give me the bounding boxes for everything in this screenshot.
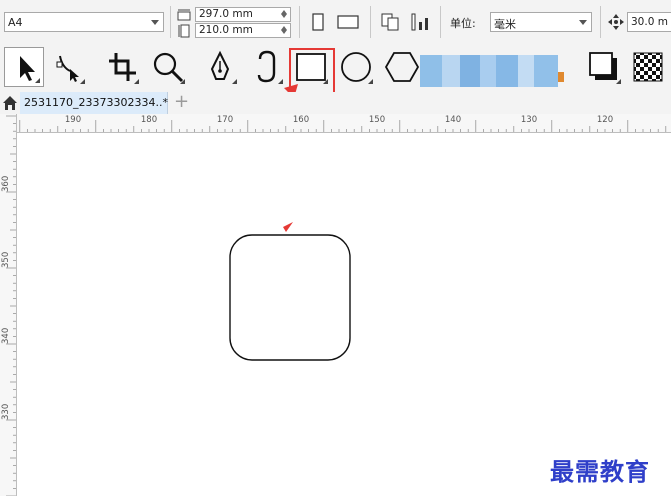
separator <box>170 6 171 38</box>
ruler-ticks <box>6 115 16 496</box>
page-width-value: 297.0 mm <box>199 8 253 20</box>
spin-down-icon[interactable] <box>278 14 290 20</box>
ruler-label: 340 <box>1 327 11 344</box>
separator <box>440 6 441 38</box>
page-size-dropdown[interactable]: A4 <box>4 12 164 32</box>
zoom-tool[interactable] <box>148 47 188 87</box>
page-width-icon <box>177 9 191 21</box>
pen-tool[interactable] <box>200 47 240 87</box>
add-tab-button[interactable]: + <box>174 92 189 112</box>
flyout-arrow-icon <box>134 79 139 84</box>
ruler-label: 170 <box>216 115 234 125</box>
shape-tool[interactable] <box>48 47 88 87</box>
chevron-down-icon <box>579 20 587 25</box>
spin-down-icon[interactable] <box>278 30 290 36</box>
property-bar: A4 297.0 mm 210.0 mm 单位: 毫米 30.0 m <box>0 0 671 45</box>
polygon-tool[interactable] <box>382 47 422 87</box>
page-height-value: 210.0 mm <box>199 24 253 36</box>
separator <box>299 6 300 38</box>
horizontal-ruler[interactable]: 190 180 170 160 150 140 130 120 <box>16 114 671 133</box>
flyout-arrow-icon <box>180 79 185 84</box>
selection-arrow-icon <box>283 222 293 232</box>
page-height-icon <box>178 24 190 38</box>
ruler-label: 120 <box>596 115 614 125</box>
document-tab-bar: 2531170_23373302334..* + <box>0 92 671 115</box>
portrait-icon[interactable] <box>311 12 325 32</box>
all-pages-icon[interactable] <box>380 12 402 32</box>
toolbox <box>0 44 671 93</box>
units-value: 毫米 <box>494 18 516 31</box>
separator <box>370 6 371 38</box>
ellipse-tool[interactable] <box>336 47 376 87</box>
nudge-value: 30.0 m <box>631 16 668 28</box>
flyout-arrow-icon <box>368 79 373 84</box>
checkerboard-icon <box>633 52 663 82</box>
ruler-label: 190 <box>64 115 82 125</box>
chevron-down-icon <box>151 20 159 25</box>
home-icon[interactable] <box>2 95 18 111</box>
transparency-tool[interactable] <box>628 47 668 87</box>
ruler-label: 330 <box>1 403 11 420</box>
canvas-drawing <box>229 222 351 361</box>
page-width-input[interactable]: 297.0 mm <box>195 7 291 22</box>
tab-document[interactable]: 2531170_23373302334..* <box>20 92 168 114</box>
blurred-region <box>420 55 558 87</box>
color-swatch <box>558 72 564 82</box>
page-height-input[interactable]: 210.0 mm <box>195 23 291 38</box>
ruler-label: 150 <box>368 115 386 125</box>
landscape-icon[interactable] <box>336 14 360 30</box>
rounded-rectangle-shape[interactable] <box>229 234 351 361</box>
drawing-canvas[interactable] <box>17 133 671 496</box>
ruler-label: 180 <box>140 115 158 125</box>
ruler-label: 350 <box>1 251 11 268</box>
ruler-label: 360 <box>1 175 11 192</box>
ruler-label: 140 <box>444 115 462 125</box>
flyout-arrow-icon <box>80 79 85 84</box>
artistic-media-tool[interactable] <box>246 47 286 87</box>
nudge-icon <box>608 14 624 30</box>
ruler-label: 130 <box>520 115 538 125</box>
drop-shadow-tool[interactable] <box>584 47 624 87</box>
vertical-ruler[interactable]: 360 350 340 330 <box>0 114 17 496</box>
crop-tool[interactable] <box>102 47 142 87</box>
page-size-value: A4 <box>8 16 23 29</box>
current-page-icon[interactable] <box>410 12 432 32</box>
flyout-arrow-icon <box>616 79 621 84</box>
ruler-label: 160 <box>292 115 310 125</box>
separator <box>600 6 601 38</box>
hexagon-icon <box>384 52 420 82</box>
units-dropdown[interactable]: 毫米 <box>490 12 592 32</box>
flyout-arrow-icon <box>232 79 237 84</box>
pick-tool[interactable] <box>4 47 44 87</box>
nudge-input[interactable]: 30.0 m <box>627 12 671 32</box>
ruler-ticks <box>19 120 667 132</box>
flyout-arrow-icon <box>35 78 40 83</box>
units-label: 单位: <box>450 17 476 30</box>
tab-document-label: 2531170_23373302334..* <box>24 96 168 109</box>
watermark: 最需教育 <box>550 457 650 486</box>
